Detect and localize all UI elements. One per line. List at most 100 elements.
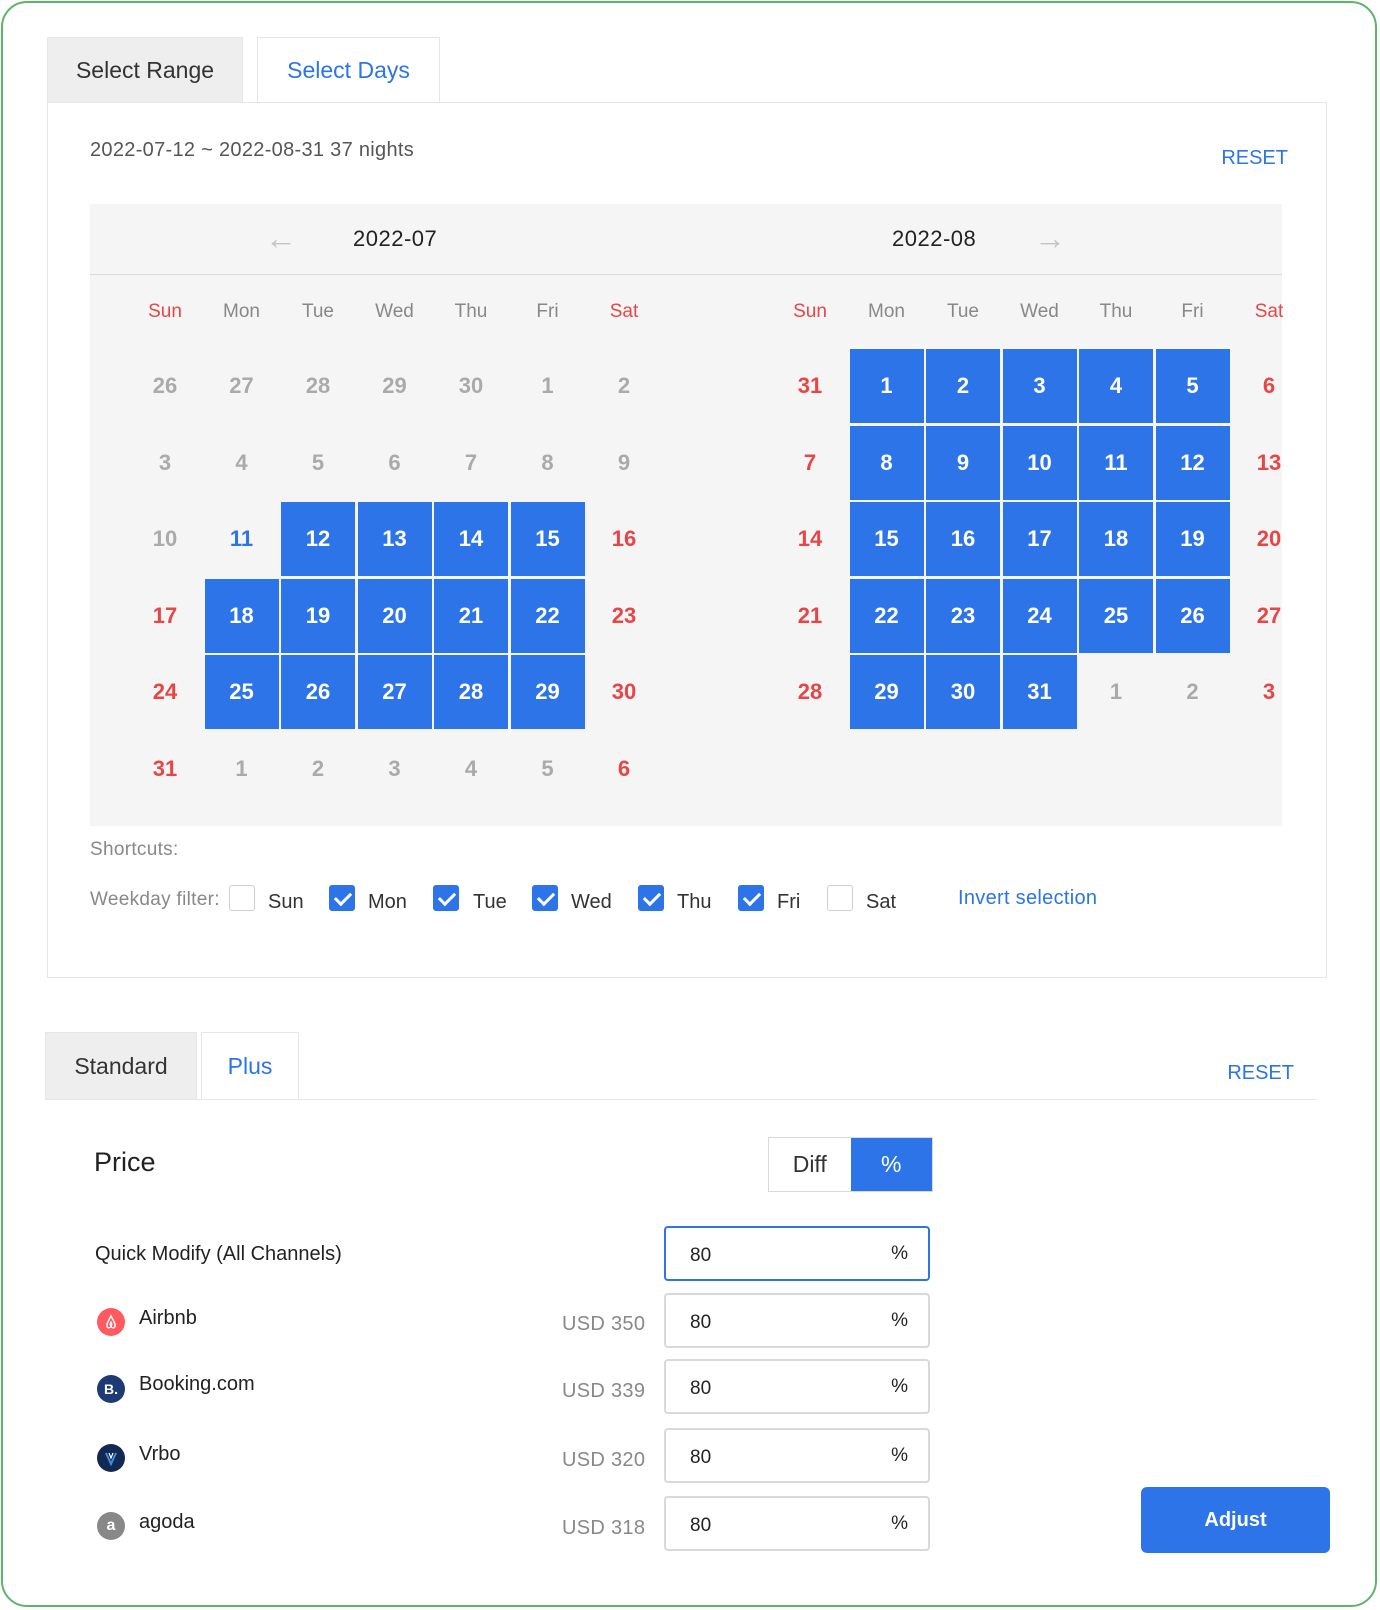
checkbox-fri[interactable] — [738, 885, 764, 911]
checkbox-sun[interactable] — [229, 885, 255, 911]
calendar-day[interactable]: 13 — [357, 502, 432, 576]
reset-price-button[interactable]: RESET — [1227, 1062, 1294, 1085]
calendar-day[interactable]: 1 — [849, 349, 924, 423]
calendar-day[interactable]: 21 — [773, 579, 847, 653]
calendar-day[interactable]: 3 — [358, 732, 432, 806]
calendar-day[interactable]: 30 — [587, 655, 661, 729]
tab-select-days[interactable]: Select Days — [257, 37, 440, 103]
checkbox-mon[interactable] — [329, 885, 355, 911]
arrow-right-icon[interactable]: → — [1034, 222, 1066, 254]
calendar-day[interactable]: 26 — [281, 655, 355, 729]
toggle-percent[interactable]: % — [850, 1138, 932, 1191]
calendar-day[interactable]: 4 — [205, 426, 279, 500]
adjust-button[interactable]: Adjust — [1141, 1487, 1330, 1553]
calendar-day[interactable]: 23 — [926, 578, 1000, 653]
calendar-day[interactable]: 2 — [587, 349, 661, 423]
calendar-day[interactable]: 16 — [587, 502, 661, 576]
calendar-day[interactable]: 24 — [128, 655, 202, 729]
calendar-day[interactable]: 6 — [1232, 349, 1306, 423]
calendar-day[interactable]: 12 — [1155, 425, 1230, 500]
calendar-day[interactable]: 31 — [773, 349, 847, 423]
calendar-day[interactable]: 4 — [434, 732, 508, 806]
quick-modify-input[interactable]: 80 % — [664, 1226, 930, 1281]
calendar-day[interactable]: 6 — [587, 732, 661, 806]
tab-standard[interactable]: Standard — [45, 1032, 197, 1100]
calendar-day[interactable]: 28 — [434, 655, 508, 729]
calendar-day[interactable]: 11 — [205, 502, 279, 576]
calendar-day[interactable]: 29 — [358, 349, 432, 423]
calendar-day[interactable]: 5 — [281, 426, 355, 500]
calendar-day[interactable]: 1 — [511, 349, 585, 423]
calendar-day[interactable]: 25 — [1079, 578, 1153, 653]
calendar-day[interactable]: 24 — [1002, 578, 1077, 653]
calendar-day[interactable]: 30 — [434, 349, 508, 423]
calendar-day[interactable]: 21 — [434, 578, 508, 653]
calendar-day[interactable]: 18 — [1079, 502, 1153, 576]
calendar-day[interactable]: 25 — [204, 655, 279, 729]
calendar-day[interactable]: 15 — [510, 502, 585, 576]
calendar-day[interactable]: 9 — [587, 426, 661, 500]
checkbox-thu[interactable] — [638, 885, 664, 911]
calendar-day[interactable]: 23 — [587, 579, 661, 653]
calendar-day[interactable]: 17 — [128, 579, 202, 653]
arrow-left-icon[interactable]: ← — [265, 222, 297, 254]
calendar-day[interactable]: 6 — [358, 426, 432, 500]
checkbox-tue[interactable] — [433, 885, 459, 911]
calendar-day[interactable]: 17 — [1002, 502, 1077, 576]
calendar-day[interactable]: 27 — [1232, 579, 1306, 653]
tab-select-range[interactable]: Select Range — [47, 37, 243, 103]
calendar-day[interactable]: 3 — [128, 426, 202, 500]
calendar-day[interactable]: 5 — [511, 732, 585, 806]
tab-plus[interactable]: Plus — [201, 1032, 299, 1100]
calendar-day[interactable]: 11 — [1079, 425, 1153, 500]
calendar-day[interactable]: 13 — [1232, 426, 1306, 500]
calendar-day[interactable]: 29 — [510, 655, 585, 729]
calendar-day[interactable]: 4 — [1079, 349, 1153, 423]
channel-input-agoda[interactable]: 80 % — [664, 1496, 930, 1551]
calendar-day[interactable]: 29 — [849, 655, 924, 729]
checkbox-sat[interactable] — [827, 885, 853, 911]
calendar-day[interactable]: 19 — [281, 578, 355, 653]
reset-dates-button[interactable]: RESET — [1221, 147, 1288, 170]
calendar-day[interactable]: 8 — [511, 426, 585, 500]
calendar-day[interactable]: 31 — [1002, 655, 1077, 729]
calendar-day[interactable]: 16 — [926, 502, 1000, 576]
calendar-day[interactable]: 9 — [926, 425, 1000, 500]
calendar-day[interactable]: 3 — [1002, 349, 1077, 423]
calendar-day[interactable]: 28 — [281, 349, 355, 423]
invert-selection-link[interactable]: Invert selection — [958, 887, 1097, 910]
calendar-day[interactable]: 22 — [849, 578, 924, 653]
calendar-day[interactable]: 2 — [281, 732, 355, 806]
checkbox-wed[interactable] — [532, 885, 558, 911]
toggle-diff[interactable]: Diff — [769, 1138, 851, 1191]
calendar-day[interactable]: 7 — [434, 426, 508, 500]
calendar-day[interactable]: 3 — [1232, 655, 1306, 729]
calendar-day[interactable]: 15 — [849, 502, 924, 576]
calendar-day[interactable]: 2 — [926, 349, 1000, 423]
calendar-day[interactable]: 18 — [204, 578, 279, 653]
calendar-day[interactable]: 10 — [128, 502, 202, 576]
calendar-day[interactable]: 28 — [773, 655, 847, 729]
calendar-day[interactable]: 14 — [773, 502, 847, 576]
calendar-day[interactable]: 20 — [1232, 502, 1306, 576]
channel-input-vrbo[interactable]: 80 % — [664, 1428, 930, 1483]
calendar-day[interactable]: 7 — [773, 426, 847, 500]
calendar-day[interactable]: 19 — [1155, 502, 1230, 576]
calendar-day[interactable]: 26 — [1155, 578, 1230, 653]
calendar-day[interactable]: 10 — [1002, 425, 1077, 500]
calendar-day[interactable]: 26 — [128, 349, 202, 423]
calendar-day[interactable]: 8 — [849, 425, 924, 500]
calendar-day[interactable]: 20 — [357, 578, 432, 653]
calendar-day[interactable]: 12 — [281, 502, 355, 576]
calendar-day[interactable]: 14 — [434, 502, 508, 576]
calendar-day[interactable]: 31 — [128, 732, 202, 806]
calendar-day[interactable]: 2 — [1156, 655, 1230, 729]
channel-input-airbnb[interactable]: 80 % — [664, 1293, 930, 1348]
calendar-day[interactable]: 1 — [1079, 655, 1153, 729]
calendar-day[interactable]: 22 — [510, 578, 585, 653]
calendar-day[interactable]: 1 — [205, 732, 279, 806]
calendar-day[interactable]: 27 — [357, 655, 432, 729]
calendar-day[interactable]: 27 — [205, 349, 279, 423]
calendar-day[interactable]: 30 — [926, 655, 1000, 729]
channel-input-booking[interactable]: 80 % — [664, 1359, 930, 1414]
